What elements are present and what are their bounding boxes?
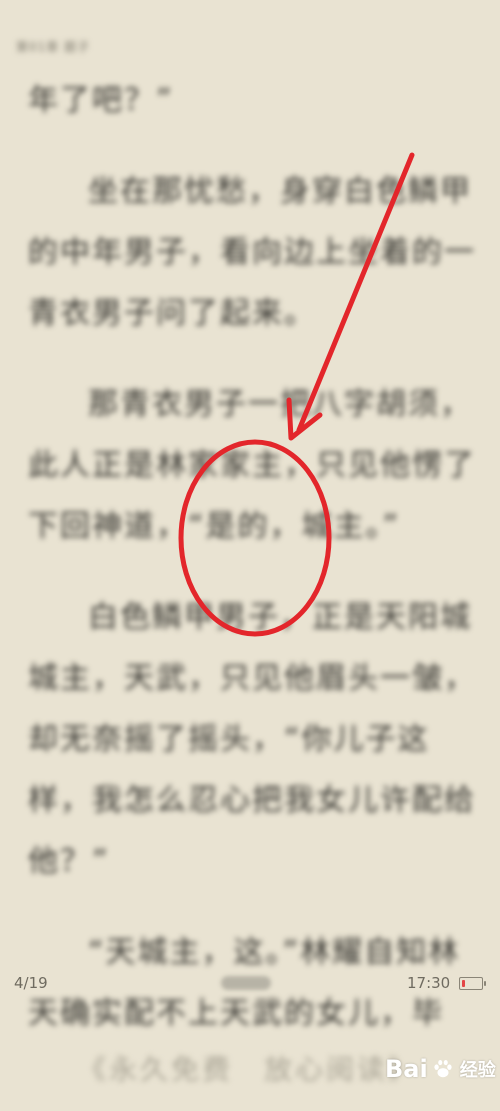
baidu-watermark: Bai 经验	[385, 1055, 496, 1083]
baidu-paw-icon	[434, 1060, 452, 1078]
paragraph-list: 年了吧？” 坐在那忧愁，身穿白色鳞甲的中年男子，看向边上坐着的一青衣男子问了起来。…	[28, 70, 478, 1074]
reading-content[interactable]: 第01章 题子 年了吧？” 坐在那忧愁，身穿白色鳞甲的中年男子，看向边上坐着的一青…	[0, 0, 500, 1031]
paragraph: 白色鳞甲男子，正是天阳城城主，天武，只见他眉头一皱，却无奈摇了摇头，“你儿子这样…	[28, 600, 476, 879]
center-indicator	[221, 976, 271, 990]
paragraph: 那青衣男子一把八字胡须，此人正是林家家主，只见他愣了下回神道，“是的，城主。”	[28, 387, 476, 544]
status-footer: 4/19 17:30	[0, 962, 500, 1002]
paragraph: 年了吧？”	[28, 83, 174, 118]
battery-icon	[459, 977, 486, 990]
battery-level	[462, 980, 465, 987]
chapter-header: 第01章 题子	[16, 40, 91, 54]
reader-page[interactable]: 第01章 题子 年了吧？” 坐在那忧愁，身穿白色鳞甲的中年男子，看向边上坐着的一青…	[0, 0, 500, 1111]
clock-time: 17:30	[407, 974, 451, 992]
watermark-suffix: 经验	[459, 1060, 496, 1081]
page-count: 4/19	[14, 974, 48, 992]
paragraph: 坐在那忧愁，身穿白色鳞甲的中年男子，看向边上坐着的一青衣男子问了起来。	[28, 174, 476, 331]
banner-text[interactable]: 《永久免费 放心阅读》	[78, 1048, 419, 1088]
watermark-brand: Bai	[385, 1055, 428, 1083]
